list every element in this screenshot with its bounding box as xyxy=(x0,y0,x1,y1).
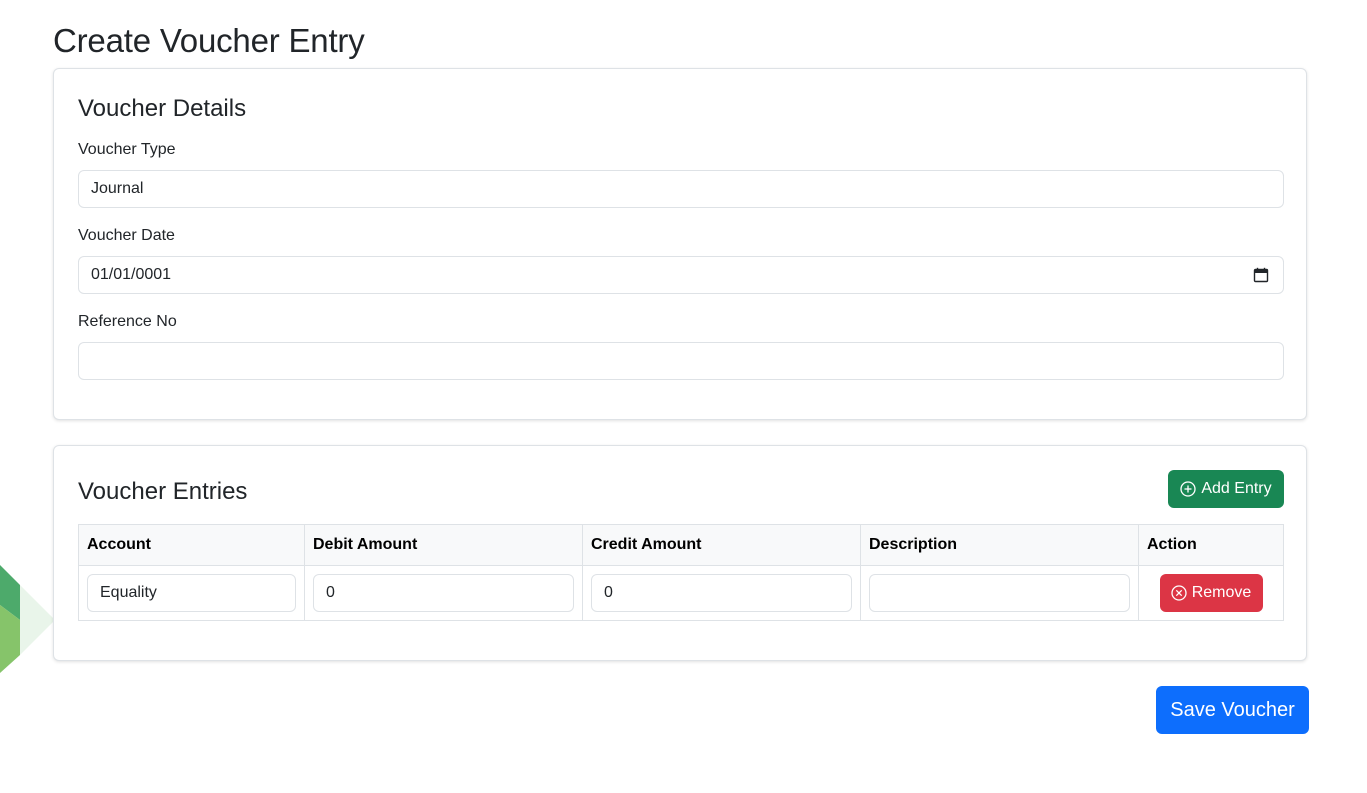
plus-circle-icon xyxy=(1180,481,1197,497)
voucher-date-input[interactable] xyxy=(78,256,1284,294)
table-header-row: Account Debit Amount Credit Amount Descr… xyxy=(78,524,1284,566)
voucher-date-label: Voucher Date xyxy=(78,227,175,244)
debit-amount-input[interactable] xyxy=(313,574,574,612)
add-entry-label: Add Entry xyxy=(1201,480,1272,497)
credit-amount-input[interactable] xyxy=(591,574,852,612)
voucher-entries-title: Voucher Entries xyxy=(78,478,248,505)
save-voucher-button[interactable]: Save Voucher xyxy=(1156,686,1309,734)
x-circle-icon xyxy=(1171,585,1187,601)
description-cell xyxy=(860,565,1139,621)
column-header-debit: Debit Amount xyxy=(304,524,583,566)
column-header-action: Action xyxy=(1138,524,1284,566)
remove-entry-button[interactable]: Remove xyxy=(1159,574,1263,612)
description-input[interactable] xyxy=(869,574,1130,612)
account-input[interactable] xyxy=(87,574,296,612)
voucher-date-field[interactable] xyxy=(78,256,1284,294)
voucher-details-title: Voucher Details xyxy=(78,95,247,122)
action-cell: Remove xyxy=(1138,565,1284,621)
add-entry-button[interactable]: Add Entry xyxy=(1168,470,1284,508)
credit-cell xyxy=(582,565,861,621)
column-header-credit: Credit Amount xyxy=(582,524,861,566)
page-title: Create Voucher Entry xyxy=(53,22,365,59)
account-cell xyxy=(78,565,305,621)
voucher-details-card: Voucher Details Voucher Type Voucher Dat… xyxy=(53,68,1307,420)
entries-table: Account Debit Amount Credit Amount Descr… xyxy=(78,524,1284,621)
column-header-account: Account xyxy=(78,524,305,566)
remove-label: Remove xyxy=(1191,584,1252,601)
column-header-description: Description xyxy=(860,524,1139,566)
debit-cell xyxy=(304,565,583,621)
voucher-type-input[interactable] xyxy=(78,170,1284,208)
voucher-type-label: Voucher Type xyxy=(78,141,176,158)
reference-no-input[interactable] xyxy=(78,342,1284,380)
reference-no-label: Reference No xyxy=(78,313,177,330)
calendar-icon[interactable] xyxy=(1253,267,1269,283)
voucher-entries-card: Voucher Entries Add Entry Account Debit … xyxy=(53,445,1307,661)
table-row: Remove xyxy=(78,565,1284,621)
